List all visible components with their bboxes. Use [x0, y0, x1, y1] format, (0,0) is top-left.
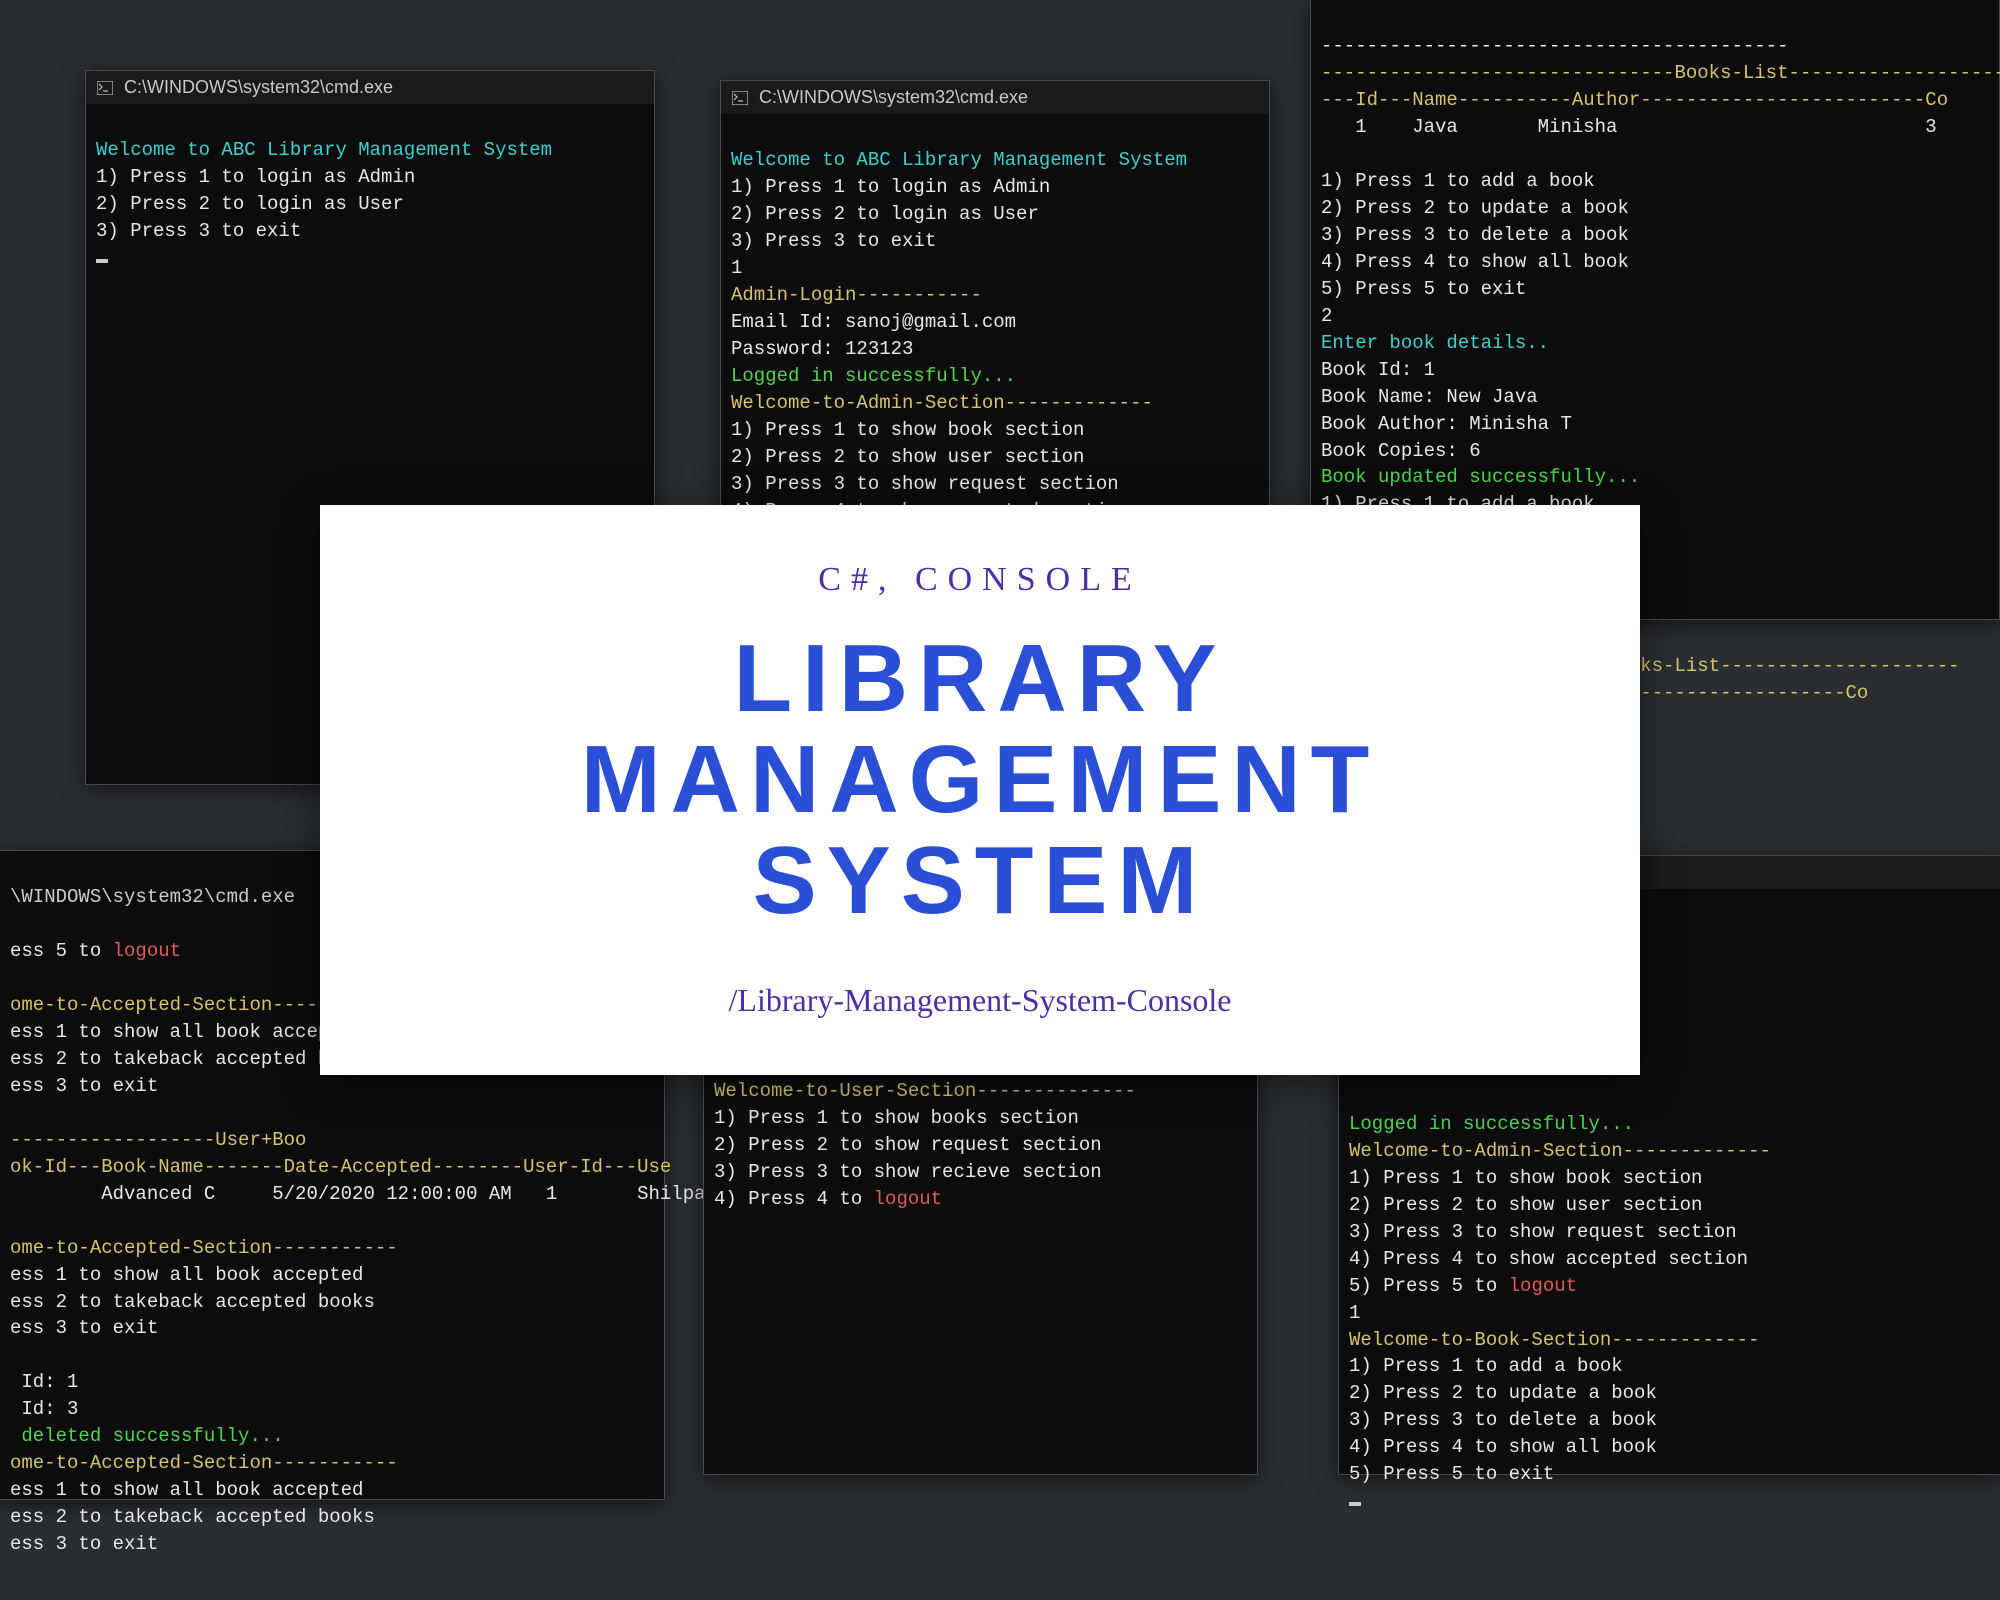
cursor-icon [1349, 1502, 1361, 1506]
title-partial: \WINDOWS\system32\cmd.exe [10, 886, 295, 908]
admin-option-1: 1) Press 1 to show book section [1349, 1167, 1702, 1189]
user-option-2: 2) Press 2 to show request section [714, 1134, 1102, 1156]
email-line: Email Id: sanoj@gmail.com [731, 311, 1016, 333]
book-option-5: 5) Press 5 to exit [1349, 1463, 1554, 1485]
cmd-icon [96, 79, 114, 97]
accepted-option-2c: ess 2 to takeback accepted books [10, 1506, 375, 1528]
admin-section-header: Welcome-to-Admin-Section------------- [731, 392, 1153, 414]
book-option-3: 3) Press 3 to delete a book [1349, 1409, 1657, 1431]
window-title-text: C:\WINDOWS\system32\cmd.exe [759, 87, 1028, 108]
user-option-3: 3) Press 3 to show recieve section [714, 1161, 1102, 1183]
book-menu-2: 2) Press 2 to update a book [1321, 197, 1629, 219]
accepted-option-1c: ess 1 to show all book accepted [10, 1479, 363, 1501]
accepted-section-header-2: ome-to-Accepted-Section----------- [10, 1237, 398, 1259]
input-choice: 2 [1321, 305, 1332, 327]
menu-option-3: 3) Press 3 to exit [731, 230, 936, 252]
window-titlebar[interactable]: C:\WINDOWS\system32\cmd.exe [721, 81, 1269, 114]
book-name-line: Book Name: New Java [1321, 386, 1538, 408]
user-option-1: 1) Press 1 to show books section [714, 1107, 1079, 1129]
input-choice: 1 [731, 257, 742, 279]
enter-details: Enter book details.. [1321, 332, 1549, 354]
menu-option-1: 1) Press 1 to login as Admin [731, 176, 1050, 198]
menu-option-3: 3) Press 3 to exit [96, 220, 301, 242]
accepted-option-1: ess 1 to show all book accept [10, 1021, 341, 1043]
input-choice: 1 [1349, 1302, 1360, 1324]
welcome-text: Welcome to ABC Library Management System [731, 149, 1187, 171]
accepted-option-2b: ess 2 to takeback accepted books [10, 1291, 375, 1313]
card-title: LIBRARY MANAGEMENT SYSTEM [360, 629, 1600, 931]
user-option-4-pre: 4) Press 4 to [714, 1188, 874, 1210]
accepted-option-3: ess 3 to exit [10, 1075, 158, 1097]
id-line-1: Id: 1 [10, 1371, 78, 1393]
admin-login-header: Admin-Login----------- [731, 284, 982, 306]
console-body[interactable]: Welcome to ABC Library Management System… [86, 104, 654, 305]
admin-option-1: 1) Press 1 to show book section [731, 419, 1084, 441]
admin-option-5-pre: 5) Press 5 to [1349, 1275, 1509, 1297]
logout-word: logout [1509, 1275, 1577, 1297]
title-card: C#, CONSOLE LIBRARY MANAGEMENT SYSTEM /L… [320, 505, 1640, 1075]
card-subtitle: C#, CONSOLE [818, 561, 1141, 599]
admin-option-3: 3) Press 3 to show request section [1349, 1221, 1737, 1243]
admin-option-2: 2) Press 2 to show user section [1349, 1194, 1702, 1216]
login-success: Logged in successfully... [731, 365, 1016, 387]
logout-option-pre: ess 5 to [10, 940, 113, 962]
delete-success: deleted successfully... [10, 1425, 284, 1447]
admin-section-header: Welcome-to-Admin-Section------------- [1349, 1140, 1771, 1162]
menu-option-2: 2) Press 2 to login as User [731, 203, 1039, 225]
admin-option-4: 4) Press 4 to show accepted section [1349, 1248, 1748, 1270]
update-success: Book updated successfully... [1321, 466, 1640, 488]
book-author-line: Book Author: Minisha T [1321, 413, 1572, 435]
accepted-option-2: ess 2 to takeback accepted bo [10, 1048, 341, 1070]
book-id-line: Book Id: 1 [1321, 359, 1435, 381]
menu-option-2: 2) Press 2 to login as User [96, 193, 404, 215]
book-menu-3: 3) Press 3 to delete a book [1321, 224, 1629, 246]
book-menu-5: 5) Press 5 to exit [1321, 278, 1526, 300]
book-option-2: 2) Press 2 to update a book [1349, 1382, 1657, 1404]
password-line: Password: 123123 [731, 338, 913, 360]
books-list-header: -------------------------------Books-Lis… [1321, 62, 2000, 84]
divider-line: ----------------------------------------… [1321, 35, 1788, 57]
cursor-icon [96, 259, 108, 263]
book-row: 1 Java Minisha 3 [1321, 116, 1937, 138]
logout-word: logout [874, 1188, 942, 1210]
admin-option-2: 2) Press 2 to show user section [731, 446, 1084, 468]
accepted-option-3c: ess 3 to exit [10, 1533, 158, 1555]
books-columns-header: ---Id---Name----------Author------------… [1321, 89, 1948, 111]
window-title-text: C:\WINDOWS\system32\cmd.exe [124, 77, 393, 98]
book-menu-4: 4) Press 4 to show all book [1321, 251, 1629, 273]
logout-word: logout [113, 940, 181, 962]
accepted-option-3b: ess 3 to exit [10, 1317, 158, 1339]
accepted-option-1b: ess 1 to show all book accepted [10, 1264, 363, 1286]
window-titlebar[interactable]: C:\WINDOWS\system32\cmd.exe [86, 71, 654, 104]
book-option-1: 1) Press 1 to add a book [1349, 1355, 1623, 1377]
admin-option-3: 3) Press 3 to show request section [731, 473, 1119, 495]
user-book-header: ------------------User+Boo [10, 1129, 306, 1151]
book-section-header: Welcome-to-Book-Section------------- [1349, 1329, 1759, 1351]
login-success: Logged in successfully... [1349, 1113, 1634, 1135]
id-line-3: Id: 3 [10, 1398, 78, 1420]
user-section-header: Welcome-to-User-Section-------------- [714, 1080, 1136, 1102]
welcome-text: Welcome to ABC Library Management System [96, 139, 552, 161]
cmd-icon [731, 89, 749, 107]
accepted-row: Advanced C 5/20/2020 12:00:00 AM 1 Shilp… [10, 1183, 706, 1205]
card-path: /Library-Management-System-Console [729, 982, 1232, 1019]
accepted-section-header-3: ome-to-Accepted-Section----------- [10, 1452, 398, 1474]
accepted-columns: ok-Id---Book-Name-------Date-Accepted---… [10, 1156, 671, 1178]
book-copies-line: Book Copies: 6 [1321, 440, 1481, 462]
menu-option-1: 1) Press 1 to login as Admin [96, 166, 415, 188]
book-menu-1: 1) Press 1 to add a book [1321, 170, 1595, 192]
book-option-4: 4) Press 4 to show all book [1349, 1436, 1657, 1458]
